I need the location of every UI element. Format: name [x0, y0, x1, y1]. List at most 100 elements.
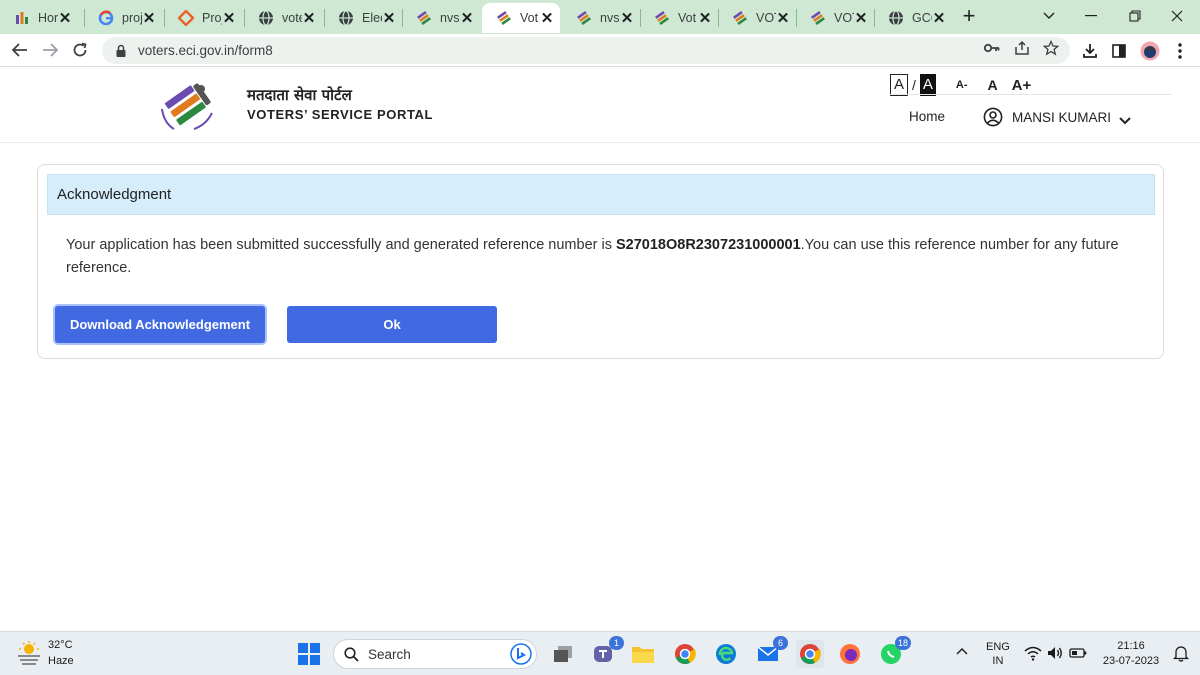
download-icon[interactable]	[1080, 41, 1100, 61]
globe-icon	[338, 10, 354, 26]
whatsapp-icon[interactable]: 18	[877, 636, 911, 668]
user-circle-icon	[983, 107, 1003, 127]
weather-temperature[interactable]: 32°C	[48, 639, 73, 651]
taskbar-search[interactable]: Search	[333, 639, 537, 669]
browser-tab-9[interactable]: Vot ✕	[640, 3, 718, 33]
site-header: मतदाता सेवा पोर्टल VOTERS’ SERVICE PORTA…	[0, 67, 1200, 143]
tab-title: nvsi	[440, 11, 460, 25]
portal-name-hindi: मतदाता सेवा पोर्टल	[247, 86, 352, 104]
close-icon[interactable]: ✕	[932, 9, 946, 27]
language-code: ENG	[986, 641, 1010, 653]
window-close-icon[interactable]	[1162, 4, 1192, 28]
browser-tab-6[interactable]: nvsi ✕	[402, 3, 480, 33]
close-icon[interactable]: ✕	[142, 9, 156, 27]
clock-time: 21:16	[1117, 640, 1145, 652]
battery-icon[interactable]	[1069, 644, 1087, 662]
edge-icon[interactable]	[712, 640, 740, 668]
contrast-normal-button[interactable]: A	[890, 74, 909, 96]
address-bar[interactable]: voters.eci.gov.in/form8	[102, 37, 1070, 64]
close-icon[interactable]: ✕	[382, 9, 396, 27]
user-menu[interactable]: MANSI KUMARI	[983, 107, 1131, 127]
mail-icon[interactable]: 6	[754, 636, 788, 668]
browser-tab-2[interactable]: proj ✕	[84, 3, 162, 33]
close-icon[interactable]: ✕	[776, 9, 790, 27]
tab-search-icon[interactable]	[1034, 4, 1064, 28]
haze-weather-icon[interactable]	[16, 641, 42, 665]
tab-title: VOT	[834, 11, 854, 25]
windows-taskbar: 32°C Haze Search 1 6 18 ENG IN 21:16 23-…	[0, 631, 1200, 675]
tab-title: Vot	[520, 11, 539, 25]
chrome-icon[interactable]	[671, 640, 699, 668]
user-name: MANSI KUMARI	[1012, 109, 1112, 125]
browser-tab-11[interactable]: VOT ✕	[796, 3, 874, 33]
minimize-icon[interactable]	[1076, 4, 1106, 28]
browser-tab-3[interactable]: Proj ✕	[164, 3, 242, 33]
font-decrease-button[interactable]: A-	[956, 79, 968, 91]
home-link[interactable]: Home	[909, 109, 945, 124]
download-acknowledgement-button[interactable]: Download Acknowledgement	[55, 306, 265, 343]
browser-tab-10[interactable]: VOT ✕	[718, 3, 796, 33]
bookmark-star-icon[interactable]	[1041, 39, 1061, 57]
profile-avatar-icon[interactable]	[1140, 41, 1160, 61]
eci-icon	[732, 10, 748, 26]
browser-tab-1[interactable]: Hor ✕	[0, 3, 78, 33]
browser-tab-8[interactable]: nvsi ✕	[562, 3, 640, 33]
forward-arrow-icon[interactable]	[38, 38, 62, 62]
portal-name-english: VOTERS’ SERVICE PORTAL	[247, 107, 434, 122]
browser-tab-4[interactable]: vote ✕	[244, 3, 322, 33]
close-icon[interactable]: ✕	[540, 9, 554, 27]
windows-start-icon[interactable]	[298, 643, 320, 665]
search-placeholder: Search	[368, 646, 411, 662]
new-tab-button[interactable]: +	[958, 4, 980, 30]
back-arrow-icon[interactable]	[8, 38, 32, 62]
header-divider	[890, 94, 1172, 95]
close-icon[interactable]: ✕	[460, 9, 474, 27]
share-icon[interactable]	[1012, 39, 1032, 57]
close-icon[interactable]: ✕	[698, 9, 712, 27]
input-language-indicator[interactable]: ENG IN	[986, 640, 1010, 668]
firefox-icon[interactable]	[836, 640, 864, 668]
close-icon[interactable]: ✕	[222, 9, 236, 27]
font-reset-button[interactable]: A	[988, 77, 998, 93]
close-icon[interactable]: ✕	[620, 9, 634, 27]
google-icon	[98, 10, 114, 26]
restore-icon[interactable]	[1120, 4, 1150, 28]
speaker-icon[interactable]	[1046, 644, 1064, 662]
browser-tab-12[interactable]: GCC ✕	[874, 3, 952, 33]
whatsapp-notification-badge: 18	[894, 636, 911, 650]
bing-icon[interactable]	[510, 643, 532, 665]
diamond-icon	[178, 10, 194, 26]
globe-icon	[888, 10, 904, 26]
chrome-active-icon[interactable]	[796, 640, 824, 668]
url-text: voters.eci.gov.in/form8	[138, 43, 273, 58]
task-view-icon[interactable]	[549, 640, 577, 668]
browser-menu-icon[interactable]	[1170, 41, 1190, 61]
show-hidden-icons-chevron-icon[interactable]	[955, 644, 969, 658]
system-clock[interactable]: 21:16 23-07-2023	[1100, 639, 1162, 669]
close-icon[interactable]: ✕	[854, 9, 868, 27]
eci-icon	[496, 10, 512, 26]
file-explorer-icon[interactable]	[629, 640, 657, 668]
browser-tab-7-active[interactable]: Vot ✕	[482, 3, 560, 33]
browser-tab-5[interactable]: Elec ✕	[324, 3, 402, 33]
side-panel-icon[interactable]	[1109, 41, 1129, 61]
close-icon[interactable]: ✕	[58, 9, 72, 27]
tab-title: nvsi	[600, 11, 620, 25]
tab-title: vote	[282, 11, 302, 25]
key-icon[interactable]	[982, 39, 1002, 57]
weather-condition[interactable]: Haze	[48, 655, 74, 667]
reload-icon[interactable]	[68, 38, 92, 62]
teams-notification-badge: 1	[609, 636, 624, 650]
notification-bell-icon[interactable]	[1172, 644, 1190, 662]
tab-title: Elec	[362, 11, 382, 25]
font-increase-button[interactable]: A+	[1012, 77, 1032, 94]
contrast-high-button[interactable]: A	[919, 74, 936, 96]
acknowledgment-card: Acknowledgment Your application has been…	[37, 164, 1164, 359]
teams-icon[interactable]: 1	[590, 636, 624, 668]
close-icon[interactable]: ✕	[302, 9, 316, 27]
browser-toolbar: voters.eci.gov.in/form8	[0, 34, 1200, 67]
clock-date: 23-07-2023	[1102, 655, 1160, 667]
eci-icon	[416, 10, 432, 26]
wifi-icon[interactable]	[1024, 644, 1042, 662]
ok-button[interactable]: Ok	[287, 306, 497, 343]
